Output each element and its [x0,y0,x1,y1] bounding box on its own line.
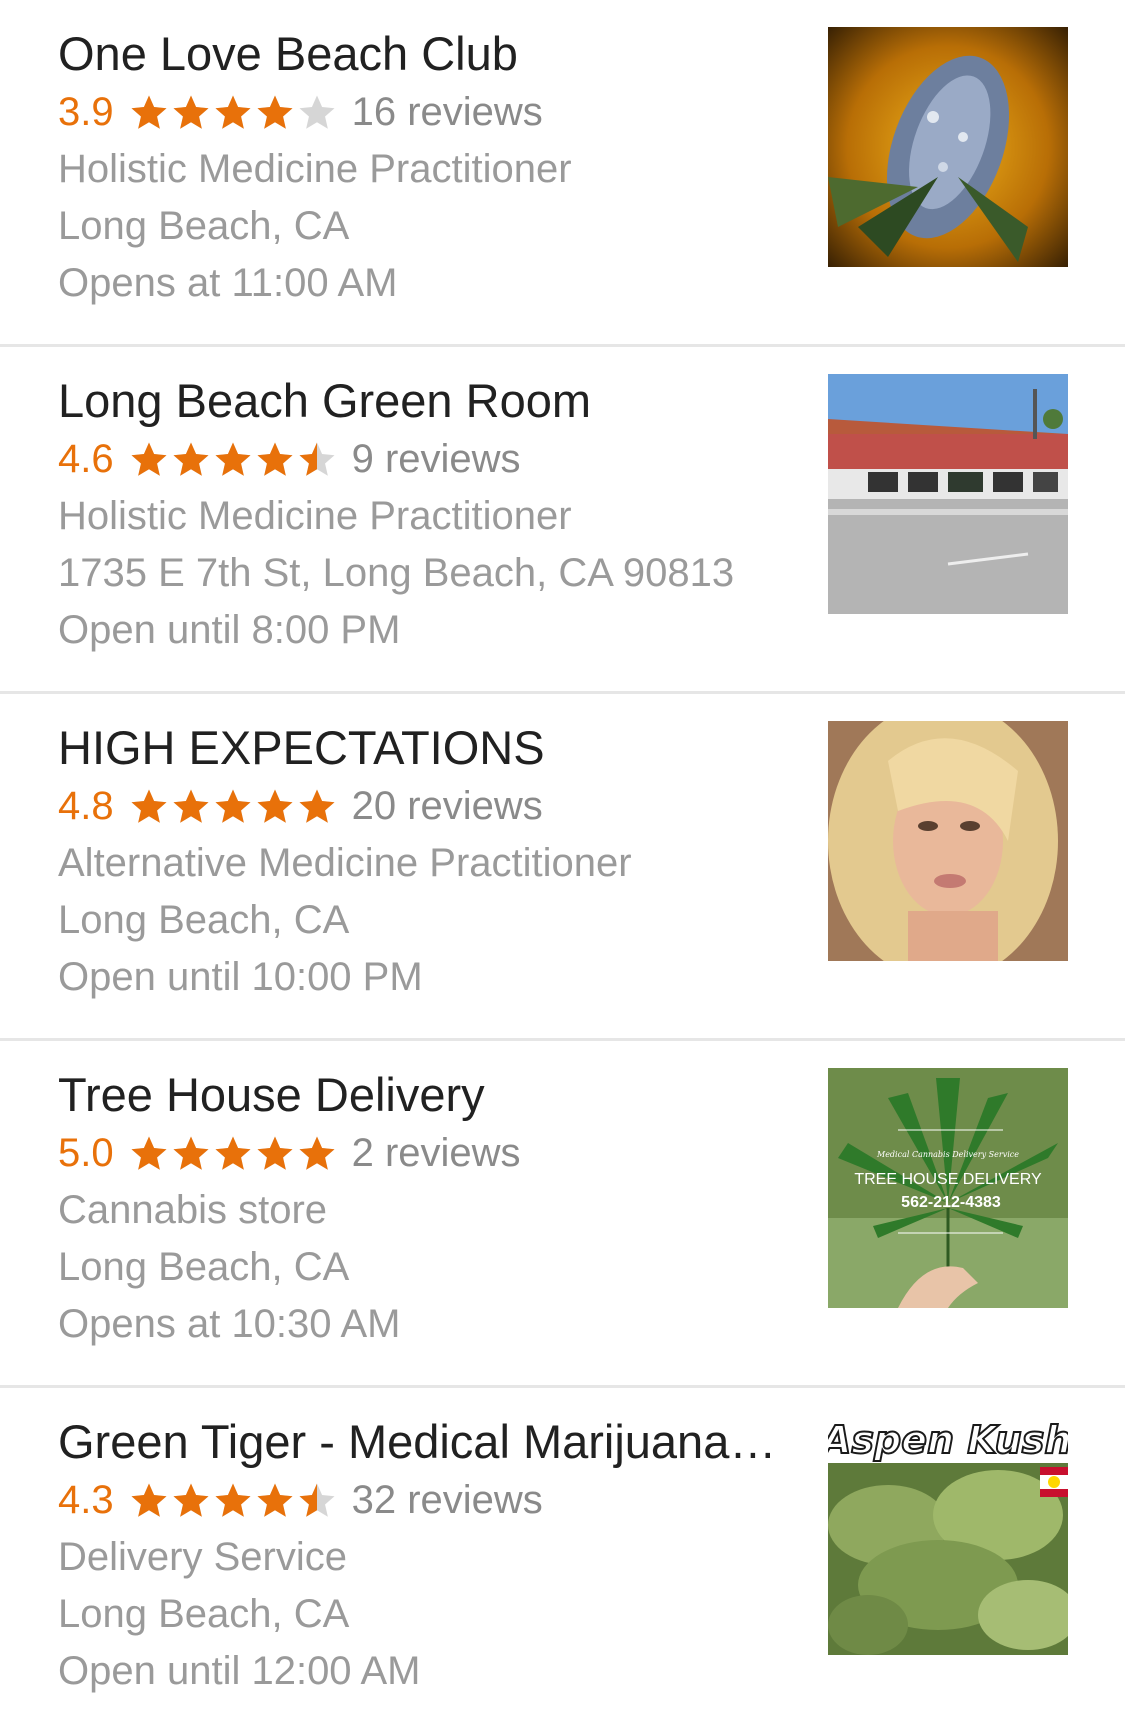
cannabis-leaf-logo-icon[interactable]: Medical Cannabis Delivery Service TREE H… [828,1068,1068,1308]
business-hours: Open until 12:00 AM [58,1649,421,1693]
star-filled-icon [215,95,251,129]
star-rating [128,92,338,134]
star-filled-icon [131,442,167,476]
star-rating [128,1480,338,1522]
star-filled-icon [131,1483,167,1517]
business-address: Long Beach, CA [58,898,350,942]
cannabis-bud-photo-icon[interactable] [828,27,1068,267]
thumb-phone-text: 562-212-4383 [901,1194,1001,1211]
rating-row: 5.0 2 reviews [58,1125,778,1182]
business-category: Holistic Medicine Practitioner [58,147,572,191]
star-filled-icon [173,1483,209,1517]
item-text: One Love Beach Club 3.9 16 reviews Holis… [58,24,778,312]
business-name[interactable]: Tree House Delivery [58,1065,778,1125]
thumb-title-text: TREE HOUSE DELIVERY [854,1171,1042,1188]
business-address: Long Beach, CA [58,204,350,248]
business-name[interactable]: One Love Beach Club [58,24,778,84]
star-filled-icon [215,1136,251,1170]
star-rating [128,1133,338,1175]
rating-row: 3.9 16 reviews [58,84,778,141]
list-item[interactable]: Green Tiger - Medical Marijuana ... 4.3 … [0,1388,1125,1735]
list-item[interactable]: Long Beach Green Room 4.6 9 reviews Holi… [0,347,1125,694]
rating-value: 3.9 [58,90,114,134]
thumb-title-text: Aspen Kush [828,1418,1068,1462]
rating-value: 4.8 [58,784,114,828]
business-address: 1735 E 7th St, Long Beach, CA 90813 [58,551,735,595]
business-category: Holistic Medicine Practitioner [58,494,572,538]
business-hours: Opens at 11:00 AM [58,261,398,305]
star-filled-icon [257,1483,293,1517]
star-filled-icon [215,1483,251,1517]
business-hours: Open until 10:00 PM [58,955,423,999]
list-item[interactable]: Tree House Delivery 5.0 2 reviews Cannab… [0,1041,1125,1388]
review-count[interactable]: 32 reviews [352,1478,543,1523]
list-item[interactable]: One Love Beach Club 3.9 16 reviews Holis… [0,0,1125,347]
business-category: Delivery Service [58,1535,347,1579]
star-filled-icon [173,95,209,129]
rating-value: 4.6 [58,437,114,481]
storefront-photo-icon[interactable] [828,374,1068,614]
business-name[interactable]: HIGH EXPECTATIONS [58,718,778,778]
star-filled-icon [215,442,251,476]
portrait-photo-icon[interactable] [828,721,1068,961]
star-filled-icon [257,95,293,129]
star-filled-icon [173,789,209,823]
review-count[interactable]: 9 reviews [352,437,521,482]
review-count[interactable]: 16 reviews [352,90,543,135]
rating-row: 4.8 20 reviews [58,778,778,835]
item-text: Long Beach Green Room 4.6 9 reviews Holi… [58,371,778,659]
star-filled-icon [299,1136,335,1170]
star-filled-icon [215,789,251,823]
star-half-icon [299,442,335,476]
business-name[interactable]: Green Tiger - Medical Marijuana ... [58,1412,778,1472]
star-filled-icon [299,789,335,823]
business-hours: Opens at 10:30 AM [58,1302,401,1346]
star-empty-icon [299,95,335,129]
business-category: Alternative Medicine Practitioner [58,841,632,885]
star-filled-icon [173,442,209,476]
star-filled-icon [131,1136,167,1170]
results-list: One Love Beach Club 3.9 16 reviews Holis… [0,0,1125,1735]
business-name[interactable]: Long Beach Green Room [58,371,778,431]
item-text: Tree House Delivery 5.0 2 reviews Cannab… [58,1065,778,1353]
star-rating [128,439,338,481]
business-address: Long Beach, CA [58,1592,350,1636]
business-category: Cannabis store [58,1188,328,1232]
business-hours: Open until 8:00 PM [58,608,401,652]
rating-row: 4.3 32 reviews [58,1472,778,1529]
list-item[interactable]: HIGH EXPECTATIONS 4.8 20 reviews Alterna… [0,694,1125,1041]
star-filled-icon [257,442,293,476]
star-filled-icon [257,1136,293,1170]
item-text: Green Tiger - Medical Marijuana ... 4.3 … [58,1412,778,1700]
star-filled-icon [131,789,167,823]
business-address: Long Beach, CA [58,1245,350,1289]
star-rating [128,786,338,828]
item-text: HIGH EXPECTATIONS 4.8 20 reviews Alterna… [58,718,778,1006]
star-filled-icon [173,1136,209,1170]
rating-value: 4.3 [58,1478,114,1522]
review-count[interactable]: 2 reviews [352,1131,521,1176]
rating-row: 4.6 9 reviews [58,431,778,488]
star-filled-icon [131,95,167,129]
thumb-small-text: Medical Cannabis Delivery Service [876,1150,1019,1159]
rating-value: 5.0 [58,1131,114,1175]
review-count[interactable]: 20 reviews [352,784,543,829]
star-filled-icon [257,789,293,823]
star-half-icon [299,1483,335,1517]
aspen-kush-photo-icon[interactable]: Aspen Kush [828,1415,1068,1655]
